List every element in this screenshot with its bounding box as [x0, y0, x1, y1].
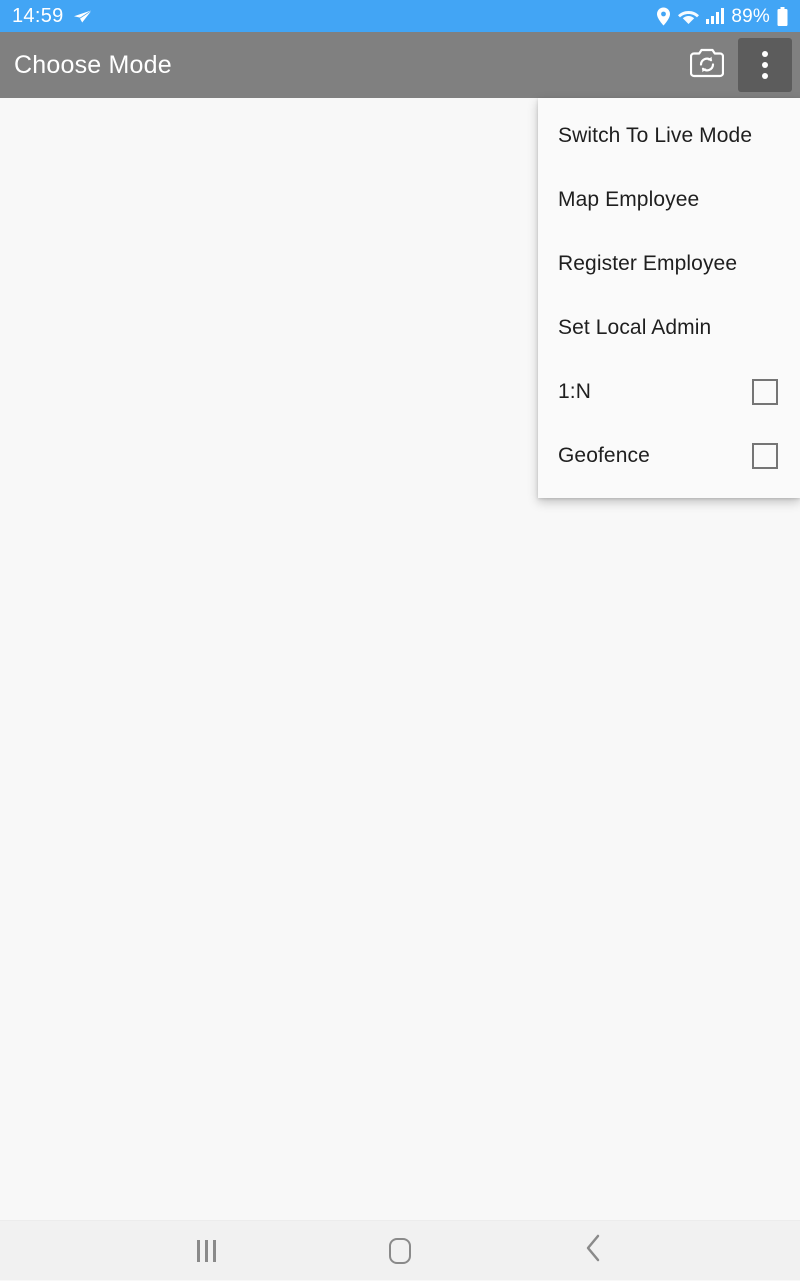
- menu-item-one-to-n[interactable]: 1:N: [538, 360, 800, 424]
- battery-percent-label: 89%: [731, 5, 770, 27]
- app-bar: Choose Mode: [0, 32, 800, 98]
- status-clock: 14:59: [12, 5, 64, 27]
- menu-item-label: Geofence: [558, 444, 650, 467]
- more-vertical-icon-dot: [762, 73, 768, 79]
- wifi-icon: [678, 8, 700, 25]
- camera-switch-icon: [689, 48, 725, 83]
- home-icon: [388, 1237, 411, 1264]
- location-pin-icon: [656, 7, 671, 26]
- navigation-bar: [0, 1220, 800, 1280]
- menu-item-label: Register Employee: [558, 252, 738, 275]
- recents-icon: [197, 1239, 217, 1262]
- checkbox-geofence[interactable]: [752, 443, 778, 469]
- status-bar: 14:59 89%: [0, 0, 800, 32]
- overflow-menu-button[interactable]: [738, 38, 792, 92]
- send-icon: [73, 9, 92, 24]
- menu-item-map-employee[interactable]: Map Employee: [538, 168, 800, 232]
- menu-item-switch-to-live-mode[interactable]: Switch To Live Mode: [538, 104, 800, 168]
- menu-item-label: Map Employee: [558, 188, 700, 211]
- menu-item-label: Set Local Admin: [558, 316, 712, 339]
- menu-item-label: Switch To Live Mode: [558, 124, 753, 147]
- more-vertical-icon-dot: [762, 51, 768, 57]
- menu-item-register-employee[interactable]: Register Employee: [538, 232, 800, 296]
- nav-back-button[interactable]: [553, 1221, 633, 1281]
- checkbox-one-to-n[interactable]: [752, 379, 778, 405]
- battery-full-icon: [777, 6, 788, 26]
- menu-item-set-local-admin[interactable]: Set Local Admin: [538, 296, 800, 360]
- camera-switch-button[interactable]: [680, 38, 734, 92]
- menu-item-geofence[interactable]: Geofence: [538, 424, 800, 488]
- status-bar-left: 14:59: [12, 6, 92, 26]
- nav-recents-button[interactable]: [167, 1221, 247, 1281]
- back-chevron-icon: [584, 1233, 602, 1268]
- overflow-menu: Switch To Live Mode Map Employee Registe…: [538, 98, 800, 498]
- more-vertical-icon-dot: [762, 62, 768, 68]
- nav-home-button[interactable]: [360, 1221, 440, 1281]
- menu-item-label: 1:N: [558, 380, 591, 403]
- page-title: Choose Mode: [14, 50, 172, 79]
- status-bar-right: 89%: [656, 5, 788, 27]
- cellular-signal-icon: [706, 8, 725, 24]
